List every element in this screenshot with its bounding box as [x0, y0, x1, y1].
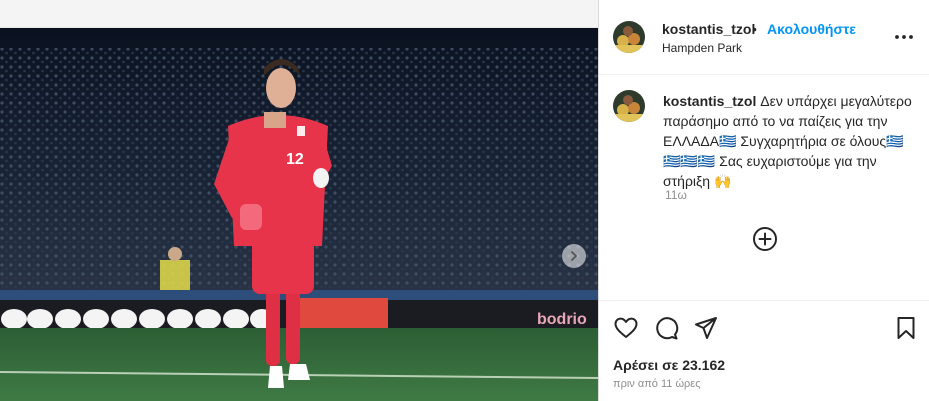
post-location[interactable]: Hampden Park — [662, 41, 742, 55]
caption-text-block: kostantis_tzol Δεν υπάρχει μεγαλύτερο πα… — [663, 91, 918, 191]
share-icon[interactable] — [693, 315, 719, 341]
ad-board-text: bodrio — [537, 311, 587, 328]
post-sidebar: kostantis_tzol • Ακολουθήστε Hampden Par… — [599, 0, 929, 401]
caption-time: 11ω — [665, 188, 687, 202]
heart-icon[interactable] — [613, 315, 639, 341]
chevron-right-icon — [571, 251, 577, 261]
caption-comment: kostantis_tzol Δεν υπάρχει μεγαλύτερο πα… — [599, 76, 929, 300]
caption-avatar[interactable] — [613, 90, 645, 122]
more-options-icon[interactable] — [893, 27, 915, 47]
follow-button[interactable]: Ακολουθήστε — [767, 21, 856, 37]
instagram-post-modal: bodrio 12 kostantis_tzol • Ακολουθήστε H… — [0, 0, 929, 401]
add-circle-icon[interactable] — [752, 226, 778, 252]
top-bar — [0, 0, 598, 28]
jersey-number: 12 — [286, 151, 304, 168]
post-actions: Αρέσει σε 23.162 πριν από 11 ώρες — [599, 300, 929, 401]
next-photo-button[interactable] — [562, 244, 586, 268]
bookmark-icon[interactable] — [893, 315, 919, 341]
post-username[interactable]: kostantis_tzol — [662, 21, 755, 37]
separator-dot: • — [752, 21, 757, 37]
post-header: kostantis_tzol • Ακολουθήστε Hampden Par… — [599, 0, 929, 75]
avatar[interactable] — [613, 21, 645, 53]
comment-icon[interactable] — [653, 315, 679, 341]
post-photo[interactable]: bodrio 12 — [0, 28, 598, 401]
post-timestamp[interactable]: πριν από 11 ώρες — [613, 378, 701, 390]
likes-count[interactable]: Αρέσει σε 23.162 — [613, 357, 725, 373]
caption-username[interactable]: kostantis_tzol — [663, 93, 756, 109]
